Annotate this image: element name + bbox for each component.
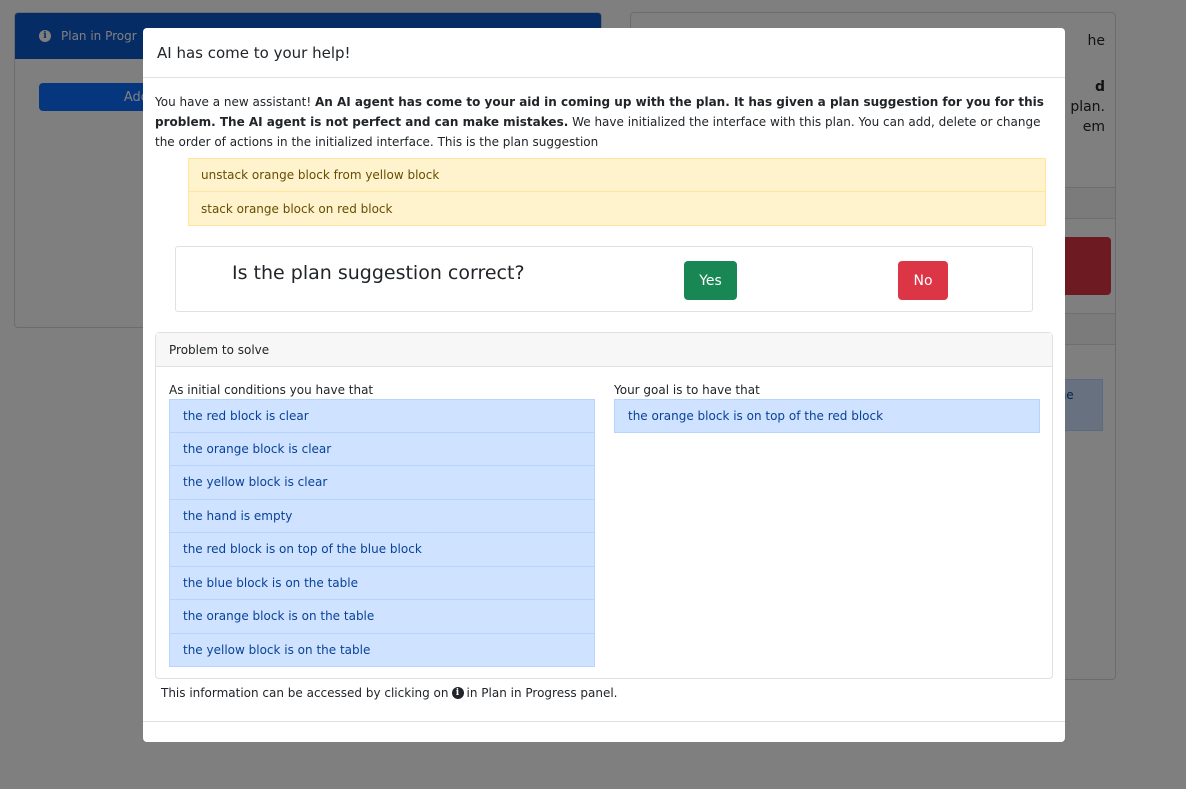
goal-item: the orange block is on top of the red bl… bbox=[614, 399, 1040, 433]
initial-condition-item: the yellow block is on the table bbox=[169, 633, 595, 667]
problem-card: Problem to solve As initial conditions y… bbox=[155, 332, 1053, 679]
initial-condition-item: the yellow block is clear bbox=[169, 466, 595, 500]
intro-part-1: You have a new assistant! bbox=[155, 95, 315, 109]
footer-text-after: in Plan in Progress panel. bbox=[466, 686, 618, 700]
initial-condition-item: the hand is empty bbox=[169, 499, 595, 533]
problem-header: Problem to solve bbox=[156, 333, 1052, 367]
yes-button[interactable]: Yes bbox=[684, 261, 737, 300]
initial-condition-item: the blue block is on the table bbox=[169, 566, 595, 600]
ai-help-modal: AI has come to your help! You have a new… bbox=[143, 28, 1065, 742]
initial-condition-item: the orange block is clear bbox=[169, 432, 595, 466]
plan-suggestion-item: stack orange block on red block bbox=[188, 192, 1046, 226]
plan-suggestion-list: unstack orange block from yellow block s… bbox=[188, 158, 1046, 226]
initial-conditions-label: As initial conditions you have that bbox=[169, 383, 374, 397]
goal-list: the orange block is on top of the red bl… bbox=[614, 399, 1040, 433]
suggestion-question: Is the plan suggestion correct? bbox=[232, 262, 525, 284]
modal-header: AI has come to your help! bbox=[143, 28, 1065, 78]
plan-suggestion-item: unstack orange block from yellow block bbox=[188, 158, 1046, 192]
modal-title: AI has come to your help! bbox=[157, 44, 351, 62]
suggestion-question-box: Is the plan suggestion correct? Yes No bbox=[175, 246, 1033, 312]
initial-condition-item: the orange block is on the table bbox=[169, 600, 595, 634]
initial-conditions-list: the red block is clear the orange block … bbox=[169, 399, 595, 667]
no-button[interactable]: No bbox=[898, 261, 948, 300]
intro-text: You have a new assistant! An AI agent ha… bbox=[155, 92, 1055, 152]
info-circle-icon: i bbox=[451, 687, 464, 699]
goal-label: Your goal is to have that bbox=[614, 383, 760, 397]
footer-note: This information can be accessed by clic… bbox=[161, 686, 618, 700]
initial-condition-item: the red block is on top of the blue bloc… bbox=[169, 533, 595, 567]
modal-body: You have a new assistant! An AI agent ha… bbox=[143, 78, 1065, 679]
modal-footer-divider bbox=[143, 721, 1065, 722]
initial-condition-item: the red block is clear bbox=[169, 399, 595, 433]
footer-text-before: This information can be accessed by clic… bbox=[161, 686, 449, 700]
